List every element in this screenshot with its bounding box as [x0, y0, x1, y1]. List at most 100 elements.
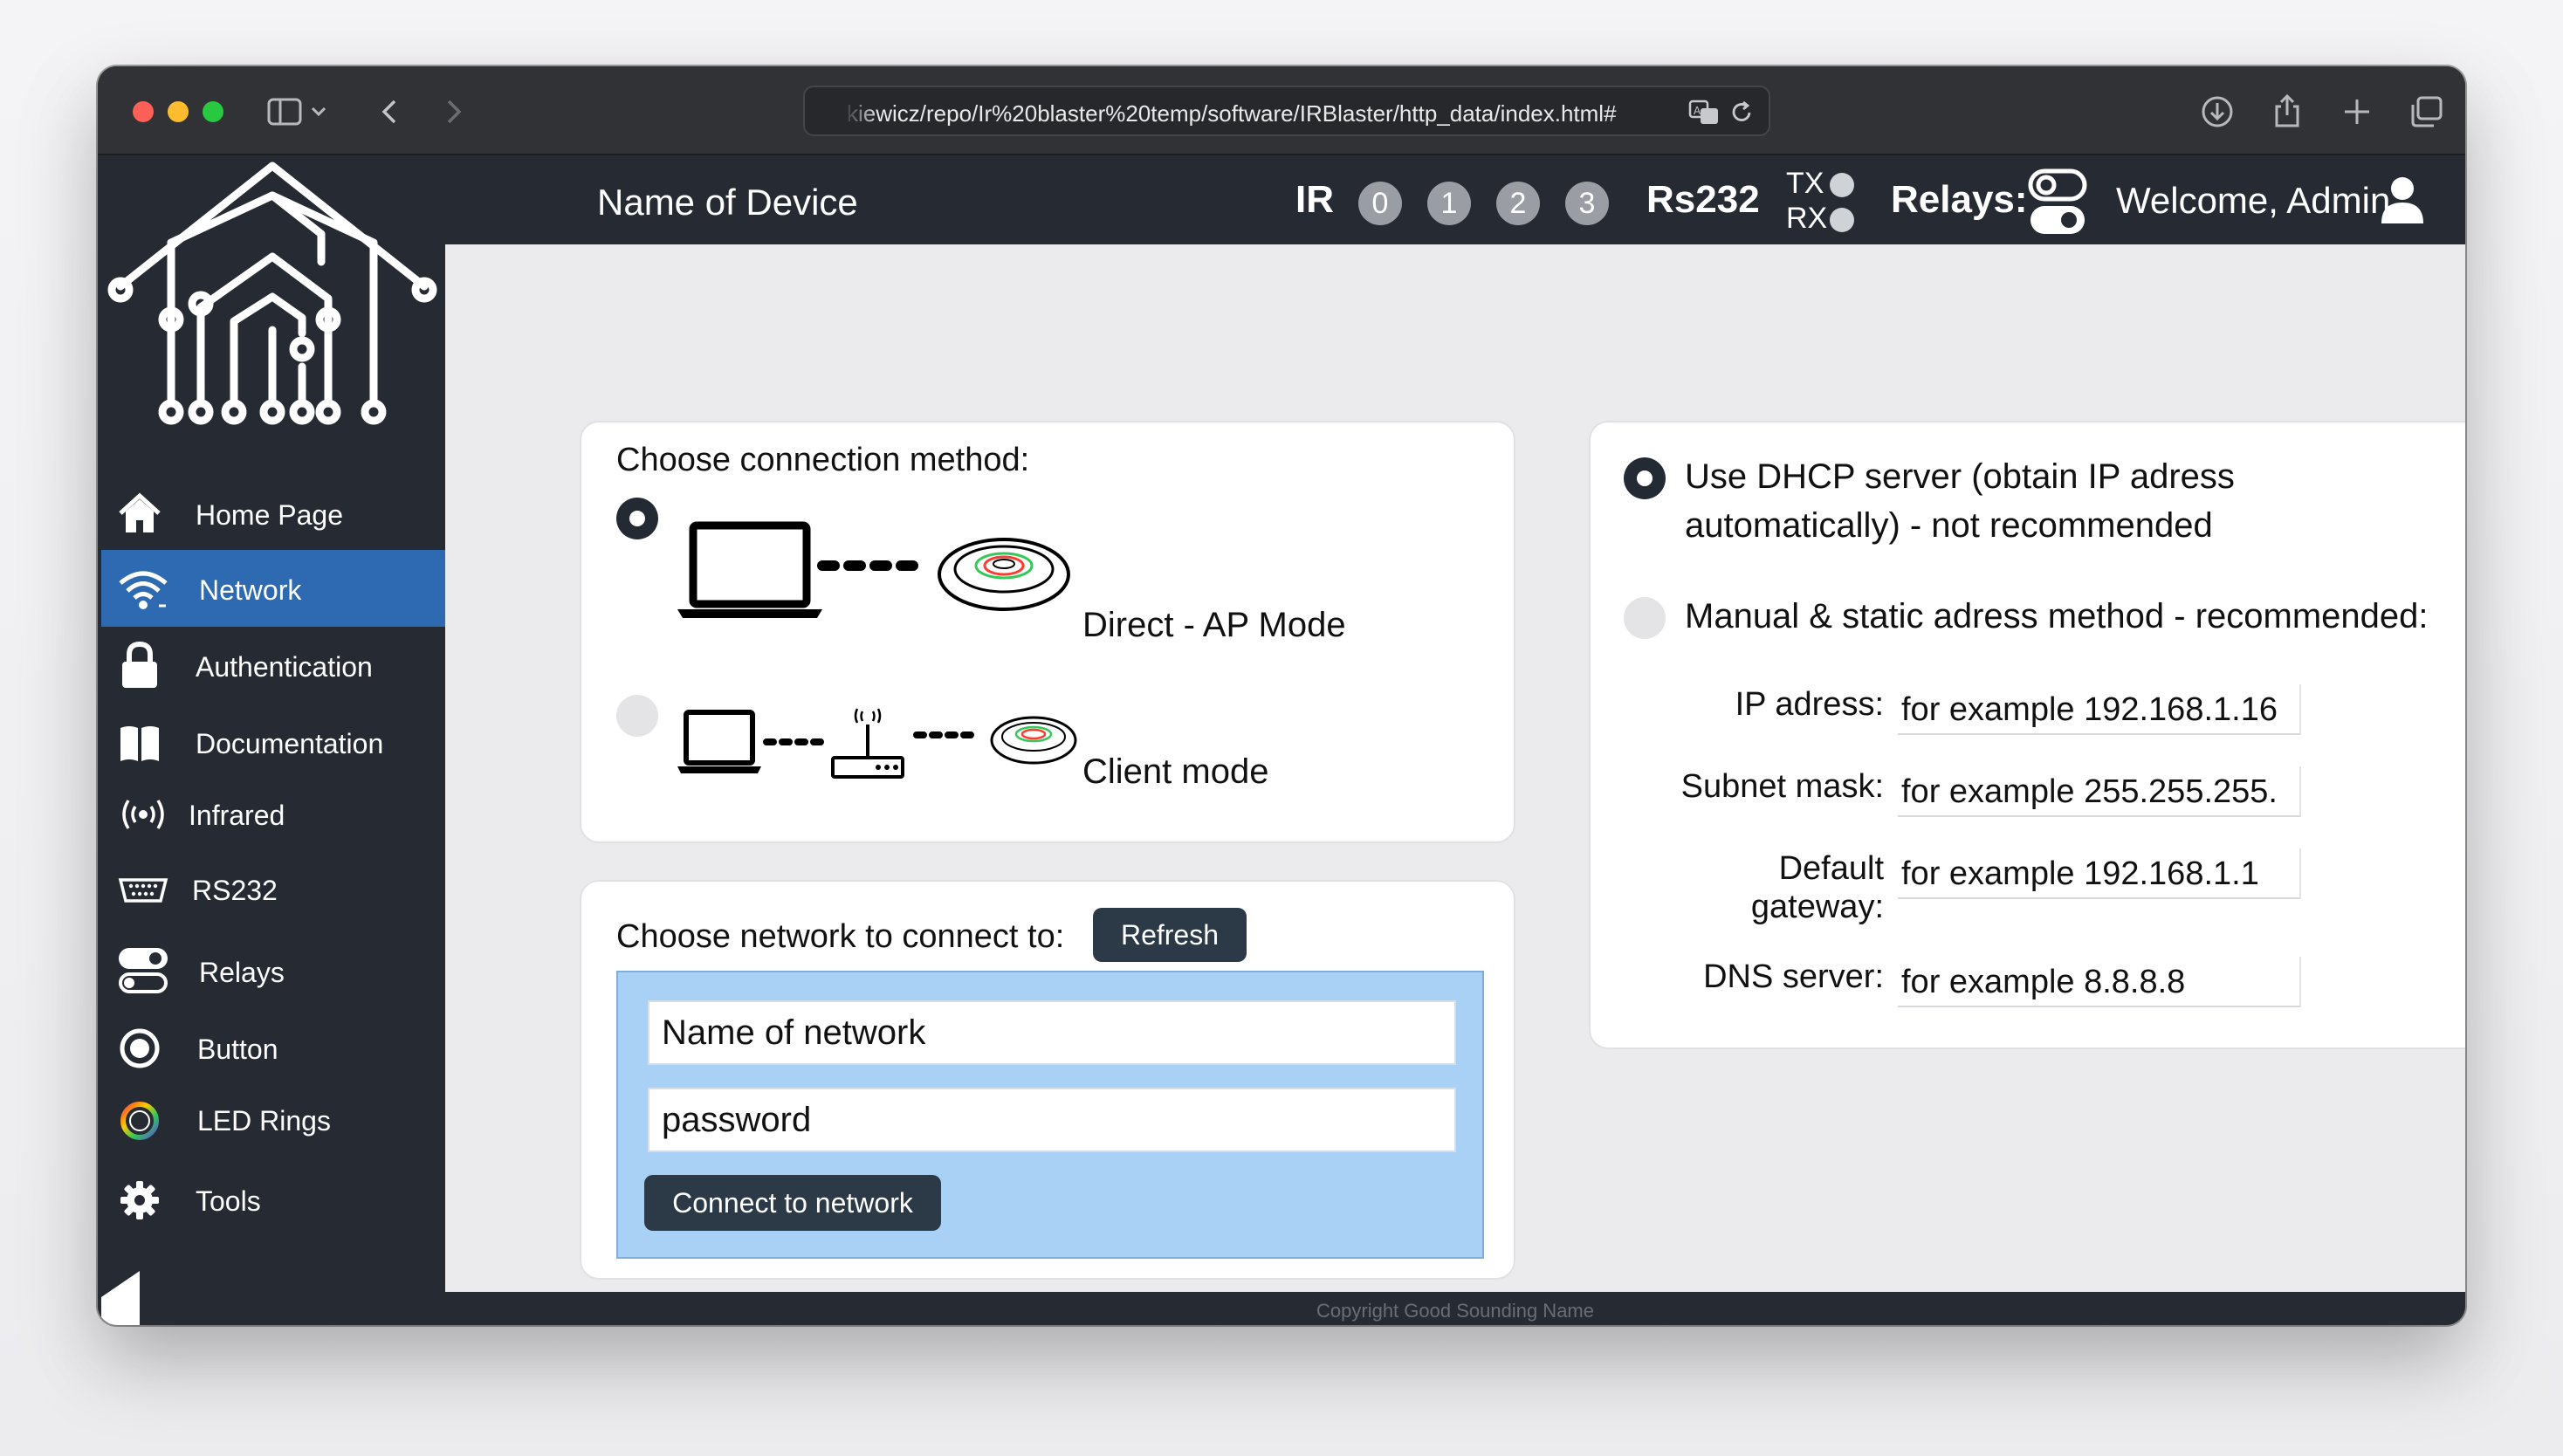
default-gateway-label-line2: gateway:: [1750, 889, 1884, 925]
infrared-icon: [122, 800, 164, 829]
forward-button[interactable]: [438, 93, 470, 131]
sidebar-item-label: Tools: [196, 1185, 261, 1217]
sidebar-item-label: Infrared: [189, 800, 285, 831]
sidebar-item-documentation[interactable]: Documentation: [101, 704, 445, 780]
toggle-icon: [119, 948, 168, 993]
sidebar-item-label: Documentation: [196, 728, 384, 759]
sidebar-item-infrared[interactable]: Infrared: [101, 775, 445, 852]
tx-label: TX: [1786, 167, 1824, 200]
sidebar-item-authentication[interactable]: Authentication: [101, 627, 445, 704]
book-icon: [120, 726, 159, 761]
dhcp-radio[interactable]: [1624, 457, 1666, 499]
ir-channel-badge-0: 0: [1358, 182, 1402, 225]
ip-address-input[interactable]: for example 192.168.1.16: [1898, 684, 2301, 735]
dhcp-label-line1[interactable]: Use DHCP server (obtain IP adress: [1685, 457, 2235, 497]
sidebar-item-rs232[interactable]: RS232: [101, 850, 445, 927]
client-mode-illustration: [677, 708, 1077, 779]
rx-label: RX: [1786, 202, 1828, 235]
sidebar-item-label: Button: [197, 1034, 278, 1065]
sidebar-collapse-tab[interactable]: [98, 1271, 143, 1325]
sidebar-item-label: Network: [199, 574, 302, 606]
back-button[interactable]: [374, 93, 405, 131]
footer: Copyright Good Sounding Name: [445, 1292, 2465, 1325]
connection-method-card: Choose connection method: Direct - AP Mo…: [580, 421, 1515, 843]
sidebar-item-label: Authentication: [196, 651, 373, 683]
refresh-button[interactable]: Refresh: [1093, 908, 1247, 962]
browser-window: kiewicz/repo/Ir%20blaster%20temp/softwar…: [98, 66, 2465, 1325]
default-gateway-label-line1: Default: [1778, 850, 1884, 887]
browser-toolbar: kiewicz/repo/Ir%20blaster%20temp/softwar…: [98, 66, 2465, 155]
direct-ap-mode-illustration: [677, 521, 1070, 618]
relays-label: Relays:: [1891, 178, 2028, 221]
welcome-text: Welcome, Admin: [2116, 180, 2391, 221]
sidebar-item-relays[interactable]: Relays: [101, 932, 445, 1009]
url-text[interactable]: kiewicz/repo/Ir%20blaster%20temp/softwar…: [847, 101, 1667, 126]
rs232-label: Rs232: [1646, 178, 1760, 221]
manual-address-label[interactable]: Manual & static adress method - recommen…: [1685, 597, 2429, 636]
copyright-text: Copyright Good Sounding Name: [1316, 1300, 1594, 1322]
lock-icon: [122, 641, 157, 688]
tab-overview-icon[interactable]: [2408, 93, 2446, 131]
svg-text:A: A: [1694, 105, 1701, 117]
button-icon: [120, 1028, 160, 1068]
new-tab-icon[interactable]: [2338, 93, 2376, 131]
network-name-input[interactable]: Name of network: [648, 1000, 1456, 1065]
ir-channel-badge-3: 3: [1565, 182, 1609, 225]
ir-channel-badge-2: 2: [1496, 182, 1540, 225]
sidebar-item-led-rings[interactable]: LED Rings: [101, 1081, 445, 1157]
chevron-down-icon[interactable]: [307, 93, 330, 131]
dns-server-label: DNS server:: [1703, 958, 1884, 995]
network-title: Choose network to connect to:: [616, 918, 1065, 955]
close-window-button[interactable]: [133, 101, 154, 122]
connect-to-network-button[interactable]: Connect to network: [644, 1175, 941, 1231]
led-ring-icon: [120, 1102, 159, 1140]
sidebar-item-button[interactable]: Button: [101, 1009, 445, 1086]
zoom-window-button[interactable]: [203, 101, 223, 122]
sidebar-item-label: LED Rings: [197, 1105, 331, 1137]
reload-icon[interactable]: [1728, 100, 1755, 126]
network-form-panel: Name of network password Connect to netw…: [616, 971, 1484, 1259]
app-header: Name of Device IR 0 1 2 3 Rs232 TX RX Re…: [98, 155, 2465, 244]
direct-mode-label[interactable]: Direct - AP Mode: [1082, 606, 1346, 645]
home-icon: [119, 492, 161, 532]
client-mode-label[interactable]: Client mode: [1082, 752, 1268, 792]
user-icon[interactable]: [2378, 175, 2427, 225]
sidebar-item-label: Relays: [199, 957, 285, 988]
manual-address-radio[interactable]: [1624, 597, 1666, 639]
subnet-mask-label: Subnet mask:: [1680, 768, 1884, 805]
sidebar-item-tools[interactable]: Tools: [101, 1161, 445, 1238]
ir-channel-badge-1: 1: [1427, 182, 1471, 225]
client-mode-radio[interactable]: [616, 695, 658, 737]
circuit-house-logo: [107, 161, 437, 425]
dns-server-input[interactable]: for example 8.8.8.8: [1898, 957, 2301, 1007]
ir-label: IR: [1295, 178, 1334, 221]
serial-port-icon: [118, 878, 168, 903]
sidebar-item-network[interactable]: Network: [101, 550, 445, 627]
tx-indicator: [1830, 173, 1854, 197]
direct-mode-radio[interactable]: [616, 498, 658, 539]
default-gateway-input[interactable]: for example 192.168.1.1: [1898, 848, 2301, 899]
ip-address-label: IP adress:: [1735, 686, 1884, 723]
relay-toggle-icon[interactable]: [2027, 168, 2088, 237]
address-bar[interactable]: kiewicz/repo/Ir%20blaster%20temp/softwar…: [803, 86, 1770, 136]
translate-icon[interactable]: A: [1688, 98, 1720, 127]
sidebar: Home Page Network Authentication Documen…: [98, 155, 445, 1325]
connection-method-title: Choose connection method:: [616, 442, 1030, 478]
network-card: Choose network to connect to: Refresh Na…: [580, 880, 1515, 1280]
ip-settings-card: Use DHCP server (obtain IP adress automa…: [1589, 421, 2465, 1049]
share-icon[interactable]: [2268, 93, 2306, 131]
sidebar-item-home[interactable]: Home Page: [101, 475, 445, 552]
wifi-icon: [119, 571, 168, 609]
device-name: Name of Device: [597, 182, 858, 223]
dhcp-label-line2[interactable]: automatically) - not recommended: [1685, 506, 2213, 546]
main-content: Choose connection method: Direct - AP Mo…: [445, 244, 2465, 1292]
sidebar-item-label: RS232: [192, 875, 278, 906]
gear-icon: [120, 1181, 159, 1219]
password-input[interactable]: password: [648, 1088, 1456, 1152]
download-icon[interactable]: [2198, 93, 2237, 131]
sidebar-item-label: Home Page: [196, 499, 343, 531]
minimize-window-button[interactable]: [168, 101, 189, 122]
sidebar-toggle-icon[interactable]: [265, 93, 304, 131]
subnet-mask-input[interactable]: for example 255.255.255.: [1898, 766, 2301, 817]
rx-indicator: [1830, 208, 1854, 232]
